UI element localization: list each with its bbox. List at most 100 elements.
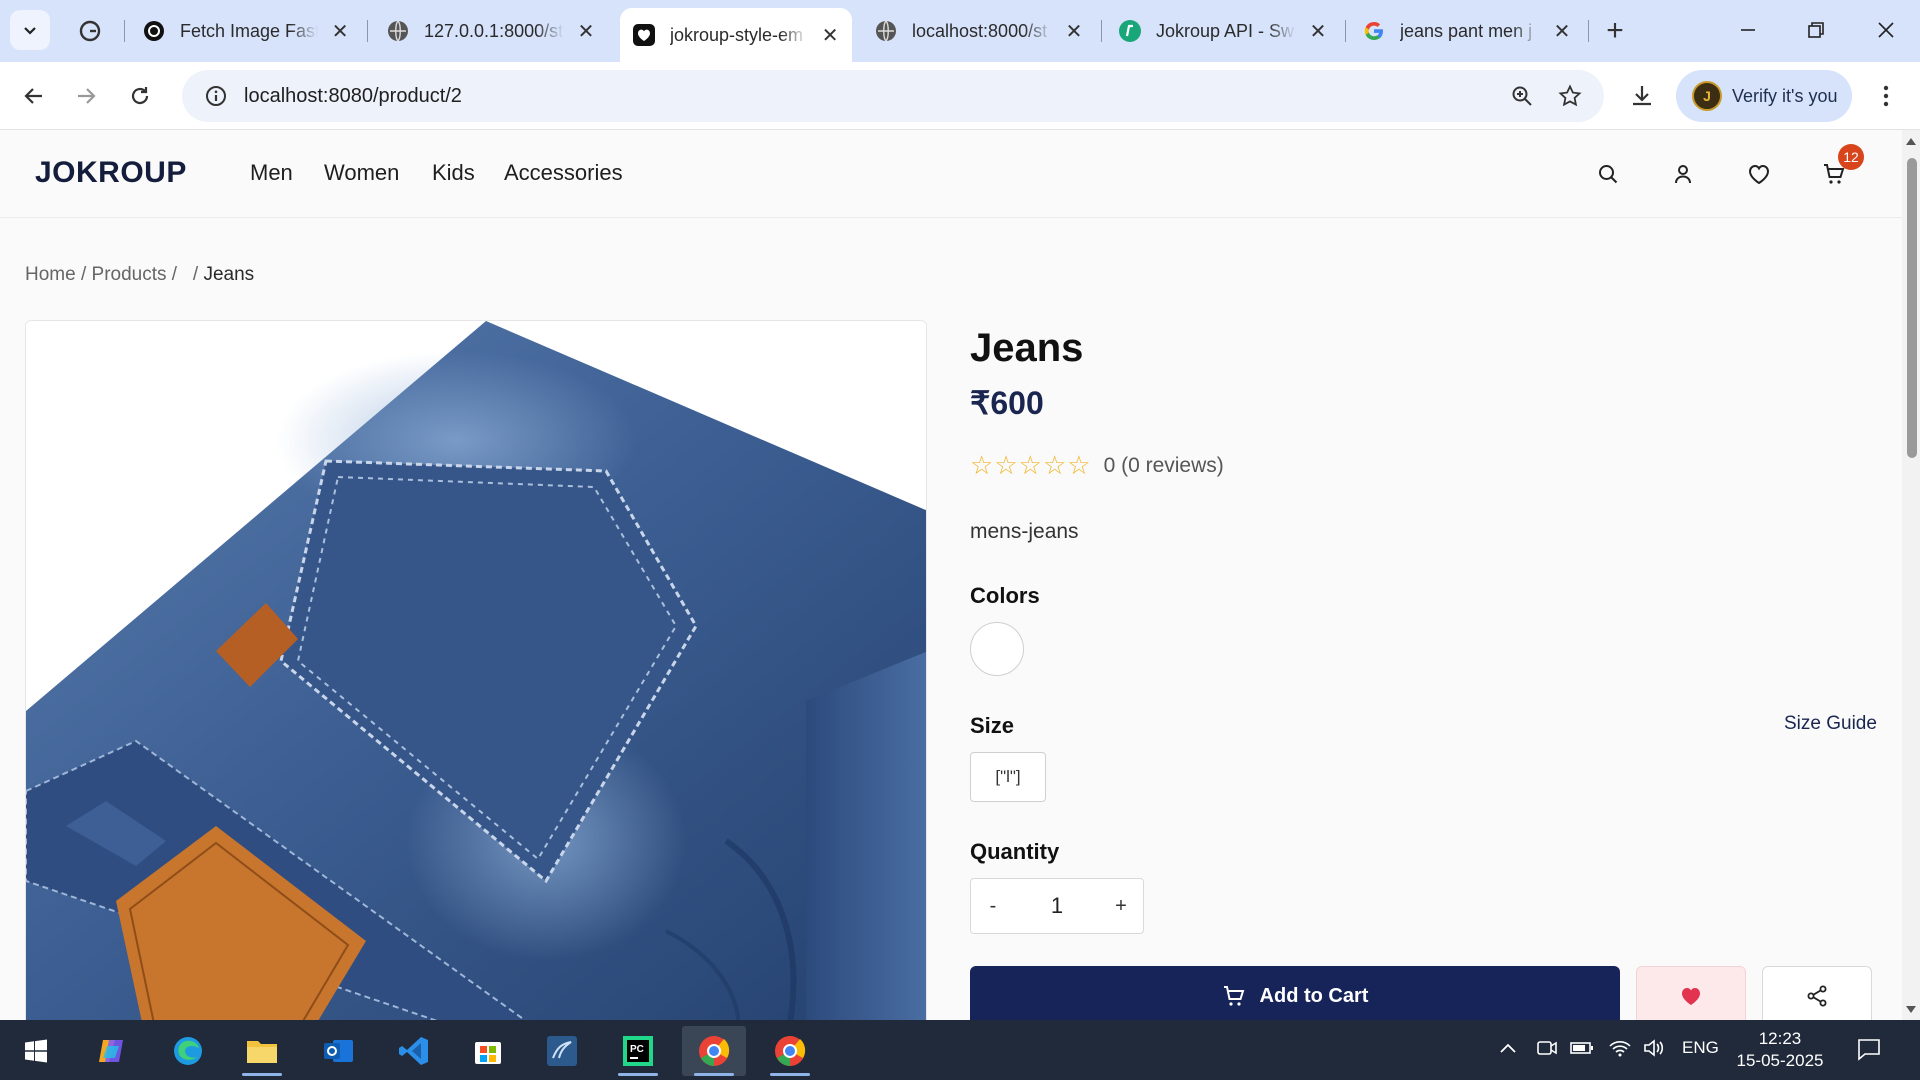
taskbar-chrome[interactable]: [682, 1026, 746, 1076]
browser-menu-button[interactable]: [1866, 76, 1906, 116]
input-language[interactable]: ENG: [1682, 1038, 1719, 1058]
jeans-photo: [26, 321, 926, 1020]
tab-google-search[interactable]: jeans pant men j ✕: [1350, 12, 1584, 50]
add-to-wishlist-button[interactable]: [1636, 966, 1746, 1020]
taskbar-clock[interactable]: 12:23 15-05-2025: [1736, 1028, 1824, 1072]
tab-separator: [1588, 20, 1589, 42]
close-window-button[interactable]: [1858, 8, 1914, 52]
color-swatch[interactable]: [970, 622, 1024, 676]
tab-jokroup-style[interactable]: jokroup-style-em ✕: [620, 8, 852, 62]
tab-fetch-image[interactable]: Fetch Image Fast/ ✕: [130, 12, 362, 50]
nav-kids[interactable]: Kids: [432, 160, 475, 186]
notifications-button[interactable]: [1856, 1036, 1882, 1067]
arrow-right-icon: [78, 88, 96, 104]
nav-women[interactable]: Women: [324, 160, 399, 186]
star-icon: ☆: [1042, 450, 1067, 480]
taskbar-vscode[interactable]: [382, 1026, 446, 1076]
tab-search-button[interactable]: [10, 10, 50, 50]
scroll-up-icon[interactable]: [1906, 138, 1916, 145]
add-to-cart-button[interactable]: Add to Cart: [970, 966, 1620, 1020]
running-indicator: [242, 1073, 282, 1076]
taskbar-copilot[interactable]: [80, 1026, 144, 1076]
openai-icon: [142, 19, 166, 43]
volume-icon[interactable]: [1642, 1038, 1666, 1063]
nav-accessories[interactable]: Accessories: [504, 160, 623, 186]
taskbar-mysql-workbench[interactable]: [530, 1026, 594, 1076]
product-image[interactable]: [25, 320, 927, 1020]
wishlist-heart-icon[interactable]: [1739, 154, 1779, 194]
taskbar-edge[interactable]: [156, 1026, 220, 1076]
quantity-decrease-button[interactable]: -: [971, 878, 1015, 934]
zoom-icon[interactable]: [1502, 76, 1542, 116]
windows-start-button[interactable]: [4, 1026, 68, 1076]
quantity-increase-button[interactable]: +: [1099, 878, 1143, 934]
page-scrollbar[interactable]: [1902, 130, 1920, 1020]
size-guide-link[interactable]: Size Guide: [1784, 713, 1877, 735]
close-icon[interactable]: ✕: [1308, 21, 1328, 43]
close-icon[interactable]: ✕: [820, 25, 840, 47]
new-tab-button[interactable]: +: [1598, 14, 1632, 48]
site-logo[interactable]: JOKROUP: [35, 156, 187, 190]
bookmark-star-icon[interactable]: [1550, 76, 1590, 116]
battery-icon[interactable]: [1570, 1038, 1594, 1063]
star-icon: ☆: [1018, 450, 1042, 480]
tab-title: jeans pant men j: [1400, 20, 1533, 41]
kebab-menu-icon: [1883, 85, 1889, 107]
size-option[interactable]: ["l"]: [970, 752, 1046, 802]
downloads-button[interactable]: [1622, 76, 1662, 116]
star-icon: ☆: [994, 450, 1018, 480]
forward-button[interactable]: [66, 76, 106, 116]
tab-grammarly[interactable]: [66, 12, 126, 50]
running-indicator: [694, 1073, 734, 1076]
breadcrumb-separator: /: [75, 264, 92, 285]
close-icon[interactable]: ✕: [1552, 21, 1572, 43]
taskbar-chrome-profile[interactable]: [758, 1026, 822, 1076]
search-icon[interactable]: [1588, 154, 1628, 194]
breadcrumb-products[interactable]: Products: [92, 264, 167, 286]
breadcrumb-home[interactable]: Home: [25, 264, 76, 286]
tab-localhost-8000[interactable]: localhost:8000/st ✕: [862, 12, 1096, 50]
product-title: Jeans: [970, 326, 1084, 370]
verify-profile-button[interactable]: J Verify it's you: [1676, 70, 1852, 122]
meet-now-icon[interactable]: [1536, 1038, 1558, 1063]
site-info-icon[interactable]: [196, 76, 236, 116]
nav-men[interactable]: Men: [250, 160, 293, 186]
chrome-icon: [699, 1036, 730, 1066]
svg-text:PC: PC: [630, 1044, 644, 1055]
swagger-icon: [1118, 19, 1142, 43]
minimize-icon: [1741, 29, 1755, 31]
restore-button[interactable]: [1788, 8, 1844, 52]
restore-icon: [1808, 22, 1824, 38]
url-text[interactable]: localhost:8080/product/2: [244, 85, 462, 108]
close-icon[interactable]: ✕: [1064, 21, 1084, 43]
running-indicator: [770, 1073, 810, 1076]
tab-separator: [1345, 20, 1346, 42]
wifi-icon[interactable]: [1608, 1038, 1632, 1063]
user-icon[interactable]: [1663, 154, 1703, 194]
rating-text[interactable]: 0 (0 reviews): [1104, 454, 1224, 478]
chrome-icon: [775, 1036, 806, 1066]
scroll-down-icon[interactable]: [1906, 1006, 1916, 1013]
close-icon[interactable]: ✕: [576, 21, 596, 43]
heart-icon: [1682, 988, 1700, 1005]
tab-127[interactable]: 127.0.0.1:8000/st ✕: [374, 12, 608, 50]
reload-button[interactable]: [120, 76, 160, 116]
scroll-thumb[interactable]: [1907, 158, 1917, 458]
tab-jokroup-api[interactable]: Jokroup API - Sw ✕: [1106, 12, 1340, 50]
close-icon[interactable]: ✕: [330, 21, 350, 43]
taskbar-file-explorer[interactable]: [230, 1026, 294, 1076]
share-button[interactable]: [1762, 966, 1872, 1020]
quantity-value[interactable]: 1: [1015, 893, 1099, 919]
windows-taskbar: PC ENG 12:23 15-05-2025: [0, 1020, 1920, 1080]
back-button[interactable]: [14, 76, 54, 116]
taskbar-microsoft-store[interactable]: [456, 1026, 520, 1076]
address-bar[interactable]: localhost:8080/product/2: [182, 70, 1604, 122]
taskbar-outlook[interactable]: [306, 1026, 370, 1076]
minimize-button[interactable]: [1720, 8, 1776, 52]
arrow-left-icon: [24, 88, 42, 104]
workbench-icon: [547, 1036, 577, 1066]
taskbar-pycharm[interactable]: PC: [606, 1026, 670, 1076]
heart-icon: [632, 23, 656, 47]
show-hidden-icons-button[interactable]: [1498, 1040, 1518, 1060]
breadcrumb: Home / Products / / Jeans: [25, 264, 254, 286]
